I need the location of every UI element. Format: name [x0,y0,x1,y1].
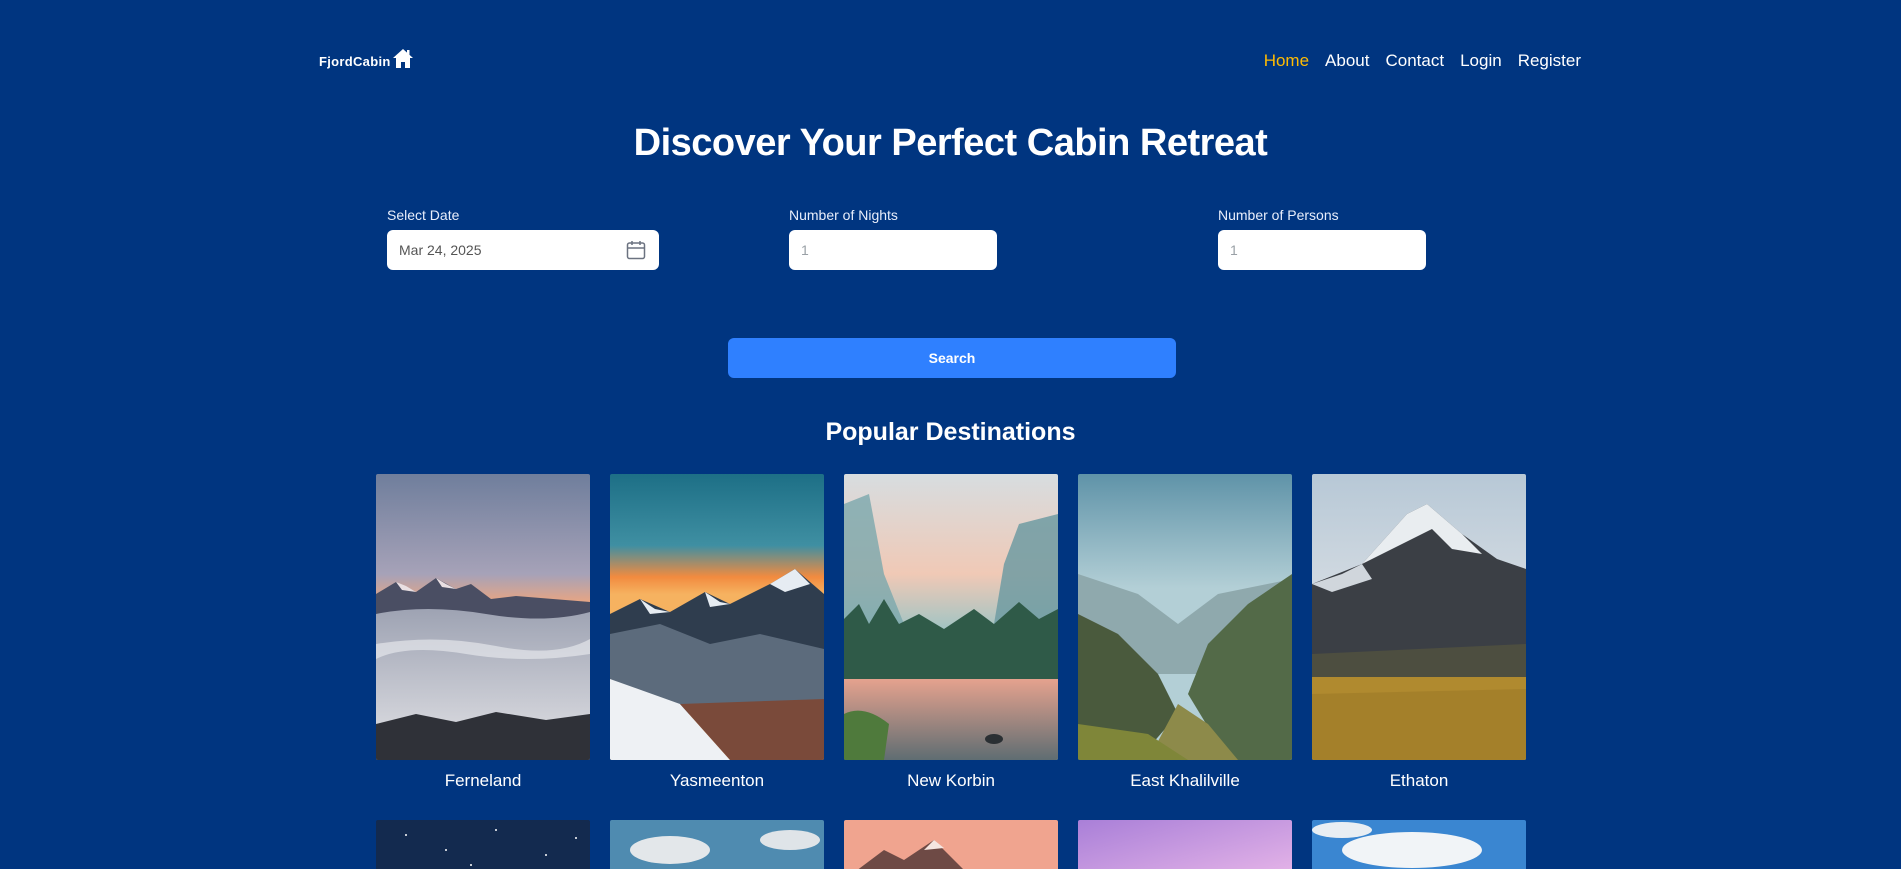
destination-card[interactable] [610,820,824,869]
persons-field-group: Number of Persons [1218,207,1426,270]
destination-card[interactable] [1312,820,1526,869]
nights-field-group: Number of Nights [789,207,997,270]
logo-text: FjordCabin [319,53,391,69]
destination-name: Ethaton [1389,771,1449,790]
destination-card[interactable]: Yasmeenton [610,474,824,791]
destination-name: New Korbin [907,771,995,790]
destination-image [1312,474,1526,760]
destination-name: Ferneland [444,771,522,790]
page-title: Discover Your Perfect Cabin Retreat [633,122,1268,164]
destination-card[interactable]: New Korbin [844,474,1058,791]
destination-card[interactable]: East Khalilville [1078,474,1292,791]
destination-image [1312,820,1526,869]
nights-label: Number of Nights [789,207,898,223]
section-title: Popular Destinations [825,418,1076,446]
destination-image [610,820,824,869]
nav-login-link[interactable]: Login [1460,51,1502,71]
house-icon [392,48,414,70]
destination-card[interactable] [1078,820,1292,869]
destination-image [1078,820,1292,869]
destination-card[interactable] [844,820,1058,869]
nav-register-link[interactable]: Register [1518,51,1581,71]
date-label: Select Date [387,207,460,223]
date-field-group: Select Date Mar 24, 2025 [387,207,659,270]
search-button[interactable]: Search [728,338,1176,378]
calendar-icon[interactable] [625,239,647,261]
site-header: FjordCabin Home About Contact Login Regi… [319,48,1581,78]
persons-input[interactable] [1230,242,1414,258]
persons-input-box [1218,230,1426,270]
destination-image [376,474,590,760]
nav-about-link[interactable]: About [1325,51,1369,71]
nav-contact-link[interactable]: Contact [1385,51,1444,71]
destination-image [844,474,1058,760]
nights-input-box [789,230,997,270]
destination-card[interactable]: Ferneland [376,474,590,791]
destination-name: Yasmeenton [669,771,765,790]
destination-card[interactable] [376,820,590,869]
nav-home-link[interactable]: Home [1264,51,1309,71]
date-picker[interactable]: Mar 24, 2025 [387,230,659,270]
destination-name: East Khalilville [1130,771,1240,790]
destination-image [1078,474,1292,760]
persons-label: Number of Persons [1218,207,1339,223]
destination-card[interactable]: Ethaton [1312,474,1526,791]
destination-image [376,820,590,869]
nights-input[interactable] [801,242,985,258]
destination-image [844,820,1058,869]
destination-image [610,474,824,760]
main-nav: Home About Contact Login Register [1264,51,1581,71]
date-value: Mar 24, 2025 [399,242,482,258]
logo[interactable]: FjordCabin [319,48,414,74]
